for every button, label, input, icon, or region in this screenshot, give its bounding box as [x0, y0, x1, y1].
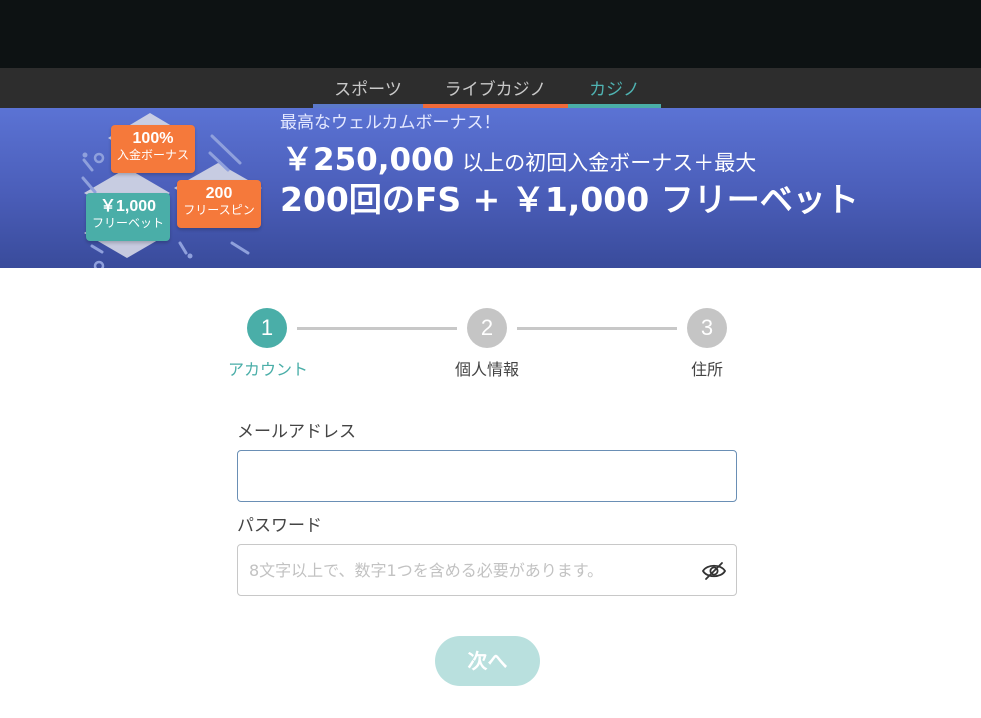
email-input[interactable]	[238, 451, 736, 501]
free-bet-amount: ￥1,000	[99, 198, 157, 215]
password-field-wrapper	[237, 544, 737, 596]
deposit-bonus-percent: 100%	[132, 130, 174, 147]
tab-casino-label: カジノ	[589, 80, 640, 100]
step-1-indicator: 1	[247, 308, 287, 348]
tab-live-casino-label: ライブカジノ	[444, 80, 547, 100]
deposit-bonus-text: 入金ボーナス	[116, 148, 189, 162]
product-nav: スポーツ ライブカジノ カジノ	[0, 68, 981, 108]
free-spins-badge: 200 フリースピン	[177, 180, 261, 228]
free-bet-text: フリーベット	[91, 216, 164, 230]
free-spins-text: フリースピン	[183, 203, 255, 217]
deposit-bonus-badge: 100% 入金ボーナス	[111, 125, 195, 173]
free-spins-count: 200	[205, 185, 233, 202]
banner-headline-1: ￥250,000 以上の初回入金ボーナス＋最大	[282, 134, 756, 179]
password-label: パスワード	[237, 516, 322, 536]
registration-stepper: 1 アカウント 2 個人情報 3 住所	[220, 304, 760, 384]
step-connector-1	[297, 327, 457, 330]
tab-live-casino[interactable]: ライブカジノ	[423, 68, 568, 108]
bonus-description: 以上の初回入金ボーナス＋最大	[462, 151, 757, 175]
step-1-label: アカウント	[227, 360, 308, 379]
top-header	[0, 0, 981, 68]
password-input[interactable]	[238, 545, 736, 595]
email-field-wrapper	[237, 450, 737, 502]
step-3-indicator: 3	[687, 308, 727, 348]
banner-subtitle: 最高なウェルカムボーナス！	[280, 113, 501, 133]
email-label: メールアドレス	[237, 422, 356, 442]
banner-headline-2: 200回のFS + ￥1,000 フリーベット	[280, 180, 859, 219]
step-3-label: 住所	[690, 360, 723, 379]
eye-slash-icon[interactable]	[701, 559, 727, 583]
tab-sports-label: スポーツ	[334, 80, 402, 100]
welcome-bonus-banner: 100% 入金ボーナス 200 フリースピン ￥1,000 フリーベット 最高な…	[0, 108, 981, 268]
bonus-amount: ￥250,000	[282, 142, 455, 178]
step-2-label: 個人情報	[454, 360, 519, 379]
tab-sports[interactable]: スポーツ	[313, 68, 423, 108]
tab-casino[interactable]: カジノ	[568, 68, 661, 108]
free-bet-badge: ￥1,000 フリーベット	[86, 193, 170, 241]
next-button[interactable]: 次へ	[435, 636, 540, 686]
step-2-indicator: 2	[467, 308, 507, 348]
step-connector-2	[517, 327, 677, 330]
